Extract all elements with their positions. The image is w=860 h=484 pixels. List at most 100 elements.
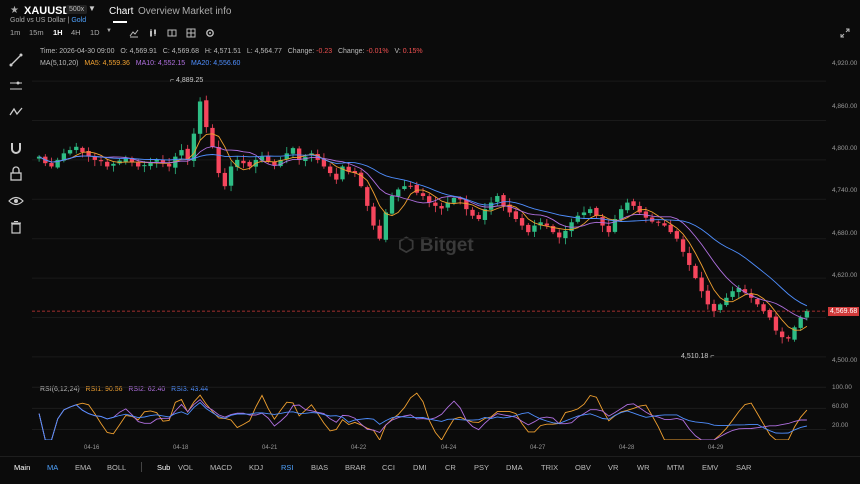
candle-body bbox=[402, 186, 407, 189]
ma10-value: MA10: 4,552.15 bbox=[135, 60, 186, 67]
compare-icon[interactable] bbox=[167, 28, 177, 38]
trendline-tool-icon[interactable] bbox=[8, 52, 24, 68]
candle-body bbox=[166, 164, 172, 167]
delete-trash-icon[interactable] bbox=[8, 219, 24, 235]
low-annotation: 4,510.18 ⌐ bbox=[681, 353, 715, 360]
candle-body bbox=[662, 223, 667, 226]
indicator-cr[interactable]: CR bbox=[445, 463, 456, 472]
interval-1d[interactable]: 1D bbox=[90, 28, 100, 37]
candlestick-chart[interactable] bbox=[32, 68, 826, 370]
main-indicator-label: Main bbox=[14, 463, 31, 472]
indicator-ma[interactable]: MA bbox=[47, 463, 58, 472]
x-tick: 04-18 bbox=[173, 445, 189, 451]
indicator-vol[interactable]: VOL bbox=[178, 463, 193, 472]
indicator-vr[interactable]: VR bbox=[608, 463, 618, 472]
indicator-kdj[interactable]: KDJ bbox=[249, 463, 263, 472]
candle-body bbox=[371, 206, 376, 226]
candle-body bbox=[804, 310, 810, 318]
tab-market-info[interactable]: Market info bbox=[182, 6, 231, 17]
candle-body bbox=[327, 166, 333, 174]
leverage-badge: 500x bbox=[66, 5, 88, 14]
candle-body bbox=[786, 337, 791, 339]
x-tick: 04-28 bbox=[619, 445, 635, 451]
gold-link[interactable]: Gold bbox=[71, 17, 86, 24]
indicator-dma[interactable]: DMA bbox=[506, 463, 523, 472]
indicator-dmi[interactable]: DMI bbox=[413, 463, 427, 472]
indicator-separator bbox=[141, 462, 142, 472]
candle-body bbox=[544, 223, 550, 226]
current-price-tag: 4,569.68 bbox=[828, 307, 860, 316]
indicator-ema[interactable]: EMA bbox=[75, 463, 91, 472]
indicator-mtm[interactable]: MTM bbox=[667, 463, 684, 472]
parallel-lines-tool-icon[interactable] bbox=[8, 78, 24, 94]
ma10-line bbox=[38, 146, 808, 320]
sub-indicator-label: Sub bbox=[157, 463, 171, 472]
candle-body bbox=[228, 166, 234, 186]
candle-body bbox=[755, 299, 760, 305]
candle-body bbox=[773, 316, 779, 331]
indicator-cci[interactable]: CCI bbox=[382, 463, 395, 472]
ohlc-info-line: Time: 2026-04-30 09:00 O: 4,569.91 C: 4,… bbox=[40, 48, 423, 55]
candle-body bbox=[699, 277, 704, 292]
indicator-icon[interactable] bbox=[129, 28, 139, 38]
candle-body bbox=[396, 189, 401, 197]
rsi-tick: 100.00 bbox=[832, 384, 852, 391]
candle-body bbox=[334, 173, 339, 180]
indicator-wr[interactable]: WR bbox=[637, 463, 650, 472]
candle-body bbox=[674, 231, 680, 239]
interval-1m[interactable]: 1m bbox=[10, 28, 20, 37]
candle-body bbox=[526, 224, 531, 233]
interval-1h[interactable]: 1H bbox=[53, 28, 63, 37]
tab-overview[interactable]: Overview bbox=[138, 6, 180, 17]
candle-body bbox=[142, 165, 147, 167]
candle-body bbox=[470, 209, 475, 216]
indicator-macd[interactable]: MACD bbox=[210, 463, 232, 472]
candle-body bbox=[798, 317, 803, 328]
candle-body bbox=[563, 230, 568, 239]
candle-body bbox=[241, 160, 246, 164]
visibility-eye-icon[interactable] bbox=[8, 193, 24, 209]
indicator-rsi[interactable]: RSI bbox=[281, 463, 294, 472]
candle-body bbox=[266, 156, 271, 162]
tab-chart[interactable]: Chart bbox=[109, 6, 133, 17]
indicator-obv[interactable]: OBV bbox=[575, 463, 591, 472]
candle-body bbox=[427, 196, 432, 203]
indicator-brar[interactable]: BRAR bbox=[345, 463, 366, 472]
indicator-psy[interactable]: PSY bbox=[474, 463, 489, 472]
candle-body bbox=[705, 290, 710, 305]
magnet-icon[interactable] bbox=[8, 140, 24, 156]
candle-body bbox=[581, 212, 587, 216]
candle-body bbox=[74, 146, 79, 151]
rsi1-line bbox=[38, 392, 808, 440]
candle-body bbox=[389, 196, 395, 214]
ma5-value: MA5: 4,559.36 bbox=[84, 60, 130, 67]
symbol-title[interactable]: XAUUSD bbox=[24, 5, 70, 17]
candle-type-icon[interactable] bbox=[148, 28, 158, 38]
indicator-emv[interactable]: EMV bbox=[702, 463, 718, 472]
lock-icon[interactable] bbox=[8, 166, 24, 182]
candle-body bbox=[501, 195, 506, 206]
layout-icon[interactable] bbox=[186, 28, 196, 38]
candle-body bbox=[49, 163, 54, 167]
candle-body bbox=[680, 239, 686, 252]
rsi-chart[interactable] bbox=[32, 382, 826, 440]
symbol-subtitle: Gold vs US Dollar | Gold bbox=[10, 17, 87, 24]
interval-15m[interactable]: 15m bbox=[29, 28, 44, 37]
fullscreen-icon[interactable] bbox=[840, 28, 850, 38]
price-tick: 4,860.00 bbox=[832, 103, 858, 110]
interval-4h[interactable]: 4H bbox=[71, 28, 81, 37]
indicator-sar[interactable]: SAR bbox=[736, 463, 751, 472]
bottom-divider bbox=[0, 456, 860, 457]
indicator-trix[interactable]: TRIX bbox=[541, 463, 558, 472]
indicator-bias[interactable]: BIAS bbox=[311, 463, 328, 472]
price-tick: 4,680.00 bbox=[832, 230, 858, 237]
symbol-dropdown-icon[interactable]: ▼ bbox=[88, 4, 96, 13]
candle-body bbox=[247, 161, 252, 167]
indicator-boll[interactable]: BOLL bbox=[107, 463, 126, 472]
favorite-star-icon[interactable]: ★ bbox=[10, 5, 19, 16]
interval-more-icon[interactable]: ▼ bbox=[106, 28, 112, 34]
candle-body bbox=[296, 148, 302, 160]
pattern-tool-icon[interactable] bbox=[8, 104, 24, 120]
ma20-line bbox=[38, 154, 808, 307]
settings-gear-icon[interactable] bbox=[205, 28, 215, 38]
